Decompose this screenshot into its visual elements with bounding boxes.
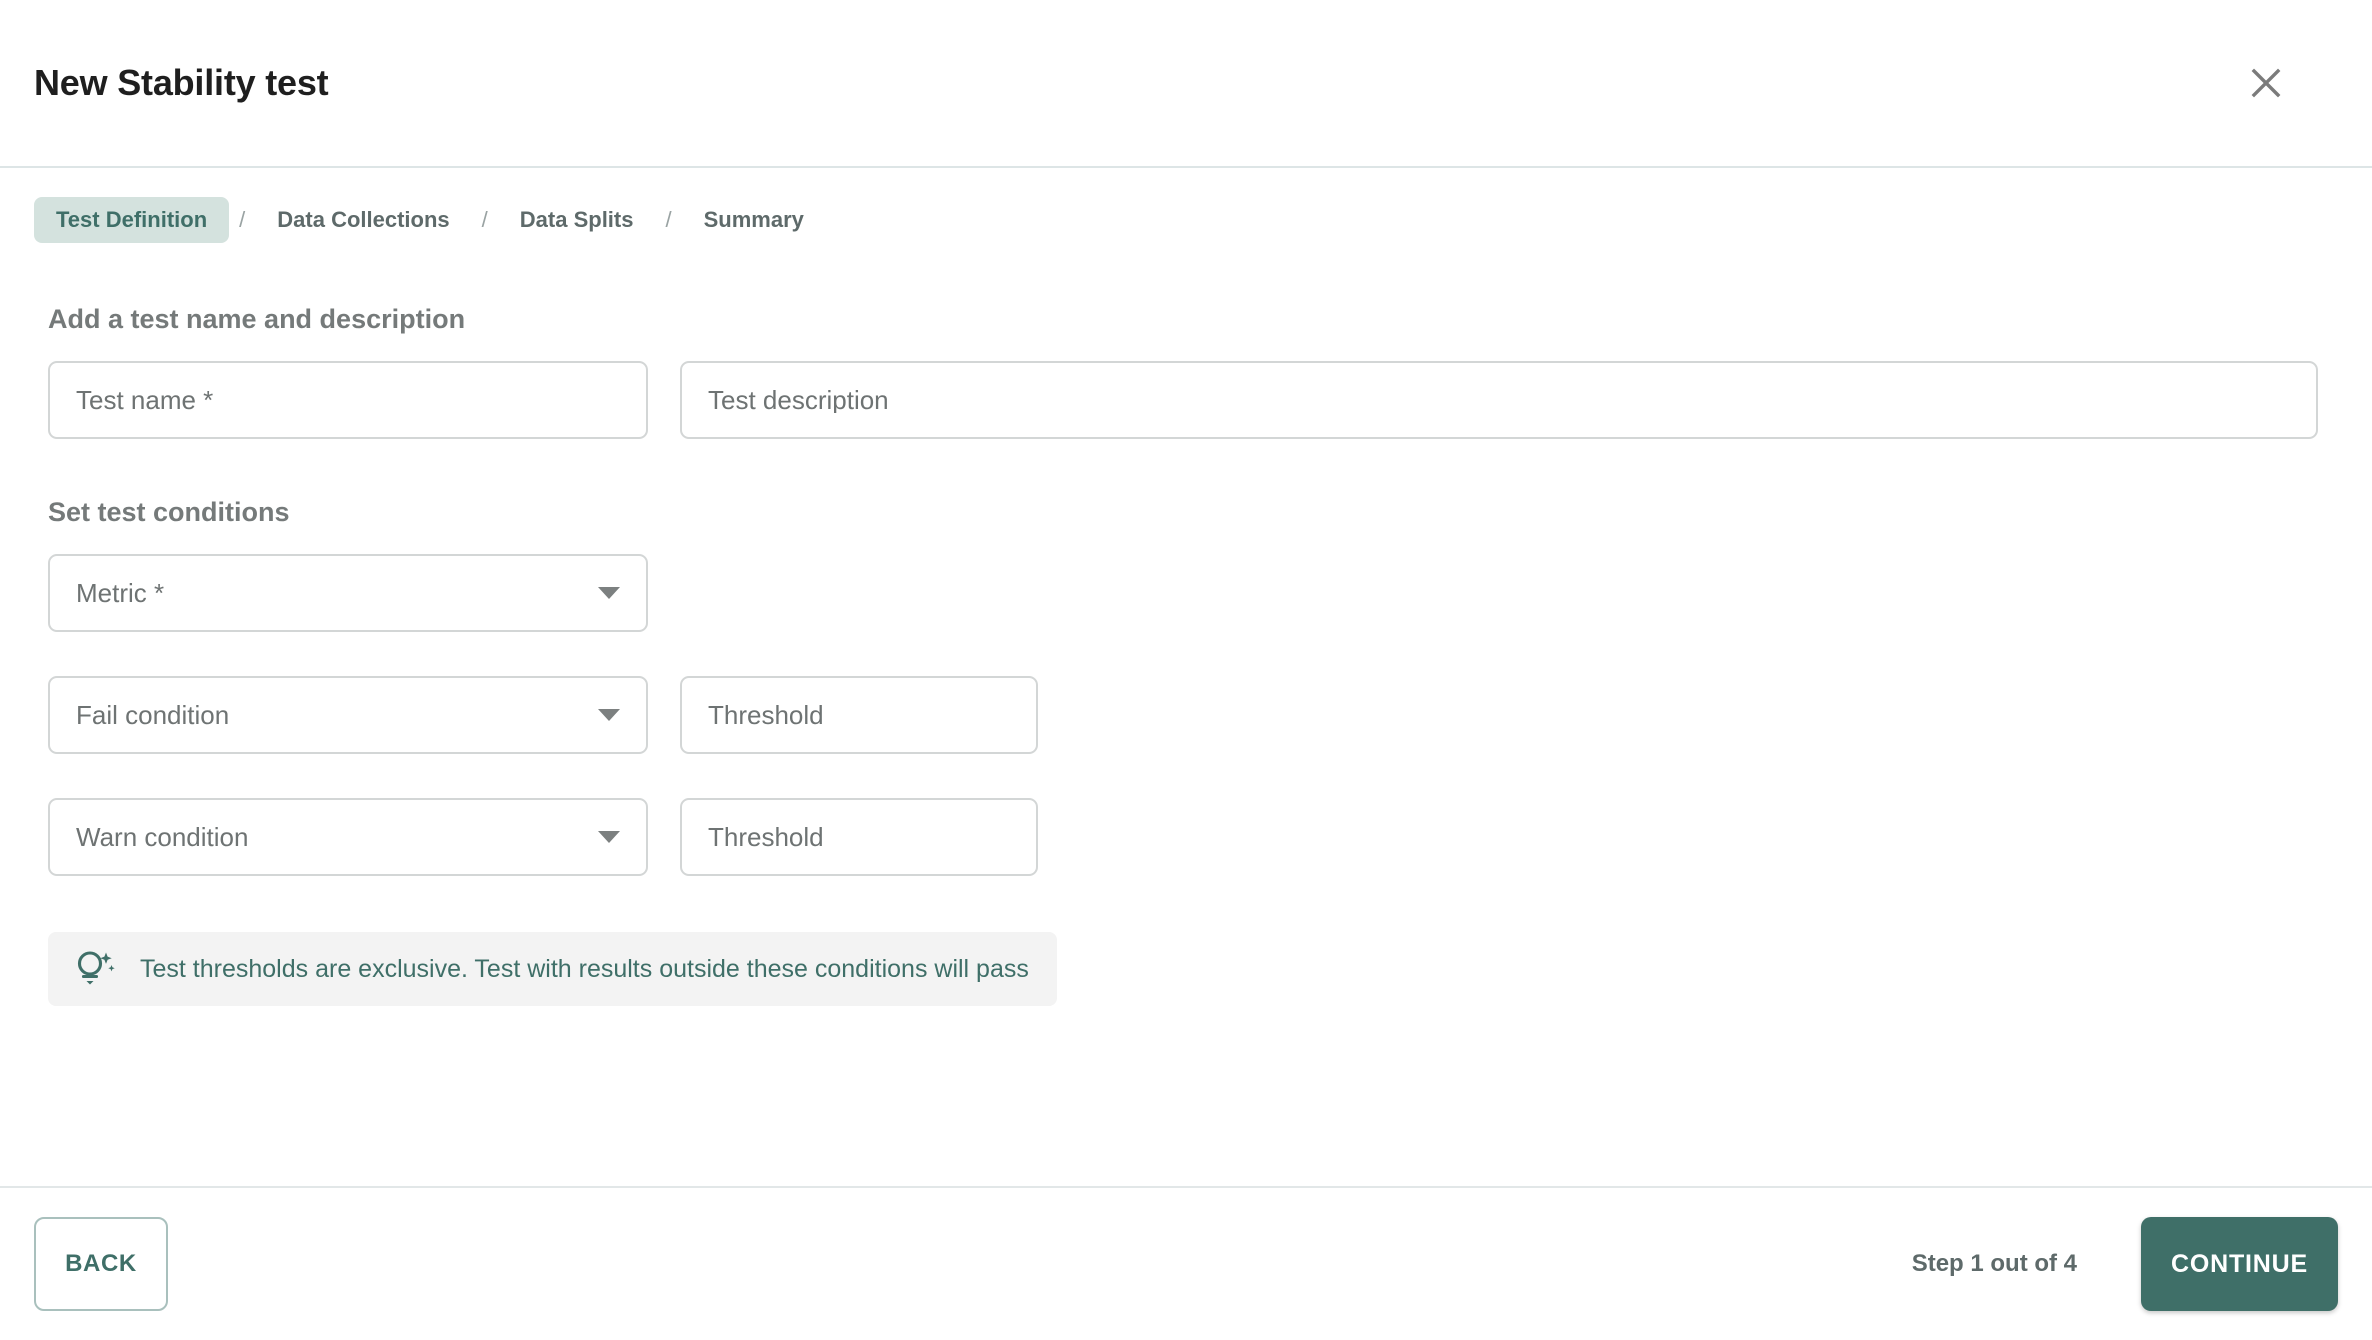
name-description-row: Test name * Test description (34, 361, 2338, 439)
test-description-placeholder: Test description (708, 387, 889, 413)
dialog-footer: BACK Step 1 out of 4 CONTINUE (0, 1186, 2372, 1340)
tip-text: Test thresholds are exclusive. Test with… (140, 954, 1029, 983)
warn-threshold-placeholder: Threshold (708, 824, 824, 850)
tab-data-splits[interactable]: Data Splits (498, 197, 656, 242)
fail-condition-placeholder: Fail condition (76, 702, 230, 728)
chevron-down-icon (598, 831, 620, 843)
warn-condition-row: Warn condition Threshold (34, 798, 2338, 876)
fail-condition-row: Fail condition Threshold (34, 676, 2338, 754)
test-name-placeholder: Test name * (76, 387, 214, 413)
metric-placeholder: Metric * (76, 580, 165, 606)
metric-select[interactable]: Metric * (48, 554, 648, 632)
close-icon (2245, 62, 2287, 104)
tip-banner: Test thresholds are exclusive. Test with… (48, 932, 1057, 1006)
section-title-conditions: Set test conditions (48, 497, 290, 527)
dialog-body: Test Definition / Data Collections / Dat… (0, 168, 2372, 1186)
breadcrumb-separator: / (239, 207, 246, 232)
tab-test-definition[interactable]: Test Definition (34, 197, 230, 243)
test-name-input[interactable]: Test name * (48, 361, 648, 439)
breadcrumb-separator: / (665, 207, 672, 232)
back-button[interactable]: BACK (34, 1217, 168, 1311)
page-title: New Stability test (34, 62, 329, 103)
fail-threshold-input[interactable]: Threshold (680, 676, 1038, 754)
dialog-header: New Stability test (0, 0, 2372, 168)
fail-threshold-placeholder: Threshold (708, 702, 824, 728)
breadcrumb: Test Definition / Data Collections / Dat… (34, 168, 2338, 246)
chevron-down-icon (598, 709, 620, 721)
fail-condition-select[interactable]: Fail condition (48, 676, 648, 754)
lightbulb-icon (72, 944, 118, 995)
new-stability-test-dialog: New Stability test Test Definition / Dat… (0, 0, 2372, 1340)
test-description-input[interactable]: Test description (680, 361, 2318, 439)
chevron-down-icon (598, 587, 620, 599)
warn-threshold-input[interactable]: Threshold (680, 798, 1038, 876)
warn-condition-placeholder: Warn condition (76, 824, 249, 850)
close-button[interactable] (2236, 53, 2296, 113)
tab-data-collections[interactable]: Data Collections (255, 197, 471, 242)
metric-row: Metric * (34, 554, 2338, 632)
breadcrumb-separator: / (481, 207, 488, 232)
tab-summary[interactable]: Summary (682, 197, 826, 242)
step-indicator: Step 1 out of 4 (1911, 1250, 2078, 1277)
continue-button[interactable]: CONTINUE (2141, 1217, 2338, 1311)
section-title-definition: Add a test name and description (48, 304, 466, 334)
warn-condition-select[interactable]: Warn condition (48, 798, 648, 876)
